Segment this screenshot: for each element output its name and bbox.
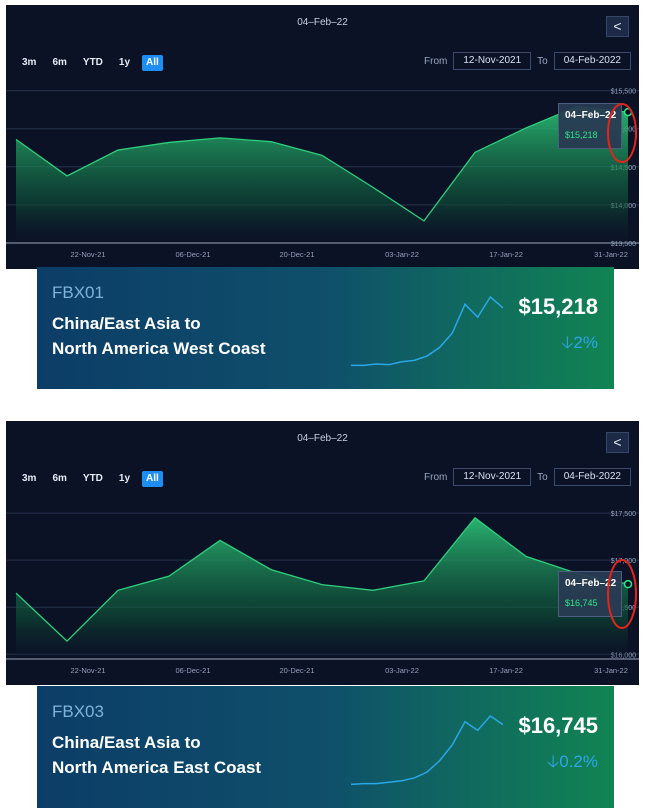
range-button-3m[interactable]: 3m	[18, 55, 40, 71]
sparkline	[350, 715, 504, 786]
share-icon: <	[613, 434, 622, 450]
sparkline	[351, 295, 504, 367]
chart-panel: 04–Feb–22 < 3m 6m YTD 1y All From 12-Nov…	[6, 5, 639, 269]
range-selector: 3m 6m YTD 1y All	[18, 471, 163, 487]
price-change: 🡣2%	[561, 330, 598, 359]
x-tick-label: 17-Jan-22	[489, 666, 523, 675]
range-button-1y[interactable]: 1y	[115, 471, 134, 487]
x-tick-label: 20-Dec-21	[279, 250, 314, 259]
rate-banner: FBX01 China/East Asia to North America W…	[37, 267, 614, 389]
price-value: $16,745	[518, 713, 598, 738]
series-area	[16, 106, 628, 243]
change-value: 2%	[573, 333, 598, 352]
x-tick-label: 03-Jan-22	[385, 666, 419, 675]
route-line-1: China/East Asia to	[52, 314, 201, 333]
x-tick-label: 22-Nov-21	[70, 666, 105, 675]
x-tick-label: 06-Dec-21	[175, 666, 210, 675]
to-label: To	[537, 471, 548, 483]
share-button[interactable]: <	[606, 16, 629, 37]
from-date-input[interactable]: 12-Nov-2021	[453, 52, 532, 70]
range-button-ytd[interactable]: YTD	[79, 55, 107, 71]
from-date-input[interactable]: 12-Nov-2021	[453, 468, 532, 486]
rate-banner: FBX03 China/East Asia to North America E…	[37, 686, 614, 808]
route-title: China/East Asia to North America East Co…	[52, 730, 261, 780]
from-label: From	[424, 55, 448, 67]
share-icon: <	[613, 18, 622, 34]
from-label: From	[424, 471, 448, 483]
share-button[interactable]: <	[606, 432, 629, 453]
date-range-inputs: From 12-Nov-2021 To 04-Feb-2022	[424, 52, 631, 70]
to-label: To	[537, 55, 548, 67]
route-title: China/East Asia to North America West Co…	[52, 311, 266, 361]
range-button-6m[interactable]: 6m	[48, 55, 70, 71]
route-line-1: China/East Asia to	[52, 733, 201, 752]
range-selector: 3m 6m YTD 1y All	[18, 55, 163, 71]
range-button-3m[interactable]: 3m	[18, 471, 40, 487]
route-line-2: North America West Coast	[52, 339, 266, 358]
change-value: 0.2%	[559, 752, 598, 771]
x-tick-label: 20-Dec-21	[279, 666, 314, 675]
y-tick-label: $15,500	[611, 89, 636, 96]
to-date-input[interactable]: 04-Feb-2022	[553, 468, 631, 486]
down-arrow-icon: 🡣	[547, 752, 560, 771]
range-button-all[interactable]: All	[142, 471, 163, 487]
x-tick-label: 06-Dec-21	[175, 250, 210, 259]
index-code: FBX01	[52, 283, 104, 302]
x-tick-label: 17-Jan-22	[489, 250, 523, 259]
route-line-2: North America East Coast	[52, 758, 262, 777]
series-area	[16, 517, 628, 659]
annotation-circle	[607, 559, 637, 629]
area-chart: $13,500$14,000$14,500$15,000$15,50022-No…	[6, 89, 639, 259]
range-button-all[interactable]: All	[142, 55, 163, 71]
header-date: 04–Feb–22	[297, 17, 348, 28]
sparkline-line	[351, 295, 504, 367]
range-button-ytd[interactable]: YTD	[79, 471, 107, 487]
annotation-circle	[607, 103, 637, 163]
area-chart: $16,000$16,500$17,000$17,50022-Nov-2106-…	[6, 511, 639, 675]
x-tick-label: 03-Jan-22	[385, 250, 419, 259]
range-button-6m[interactable]: 6m	[48, 471, 70, 487]
down-arrow-icon: 🡣	[561, 333, 574, 352]
range-button-1y[interactable]: 1y	[115, 55, 134, 71]
sparkline-line	[350, 715, 504, 786]
tooltip-value: $15,218	[565, 130, 598, 140]
header-date: 04–Feb–22	[297, 433, 348, 444]
index-code: FBX03	[52, 702, 104, 721]
tooltip-value: $16,745	[565, 598, 598, 608]
x-tick-label: 31-Jan-22	[594, 250, 628, 259]
x-tick-label: 22-Nov-21	[70, 250, 105, 259]
date-range-inputs: From 12-Nov-2021 To 04-Feb-2022	[424, 468, 631, 486]
to-date-input[interactable]: 04-Feb-2022	[553, 52, 631, 70]
chart-panel: 04–Feb–22 < 3m 6m YTD 1y All From 12-Nov…	[6, 421, 639, 685]
y-tick-label: $17,500	[611, 511, 636, 518]
x-tick-label: 31-Jan-22	[594, 666, 628, 675]
price-change: 🡣0.2%	[547, 749, 598, 778]
price-value: $15,218	[518, 294, 598, 319]
